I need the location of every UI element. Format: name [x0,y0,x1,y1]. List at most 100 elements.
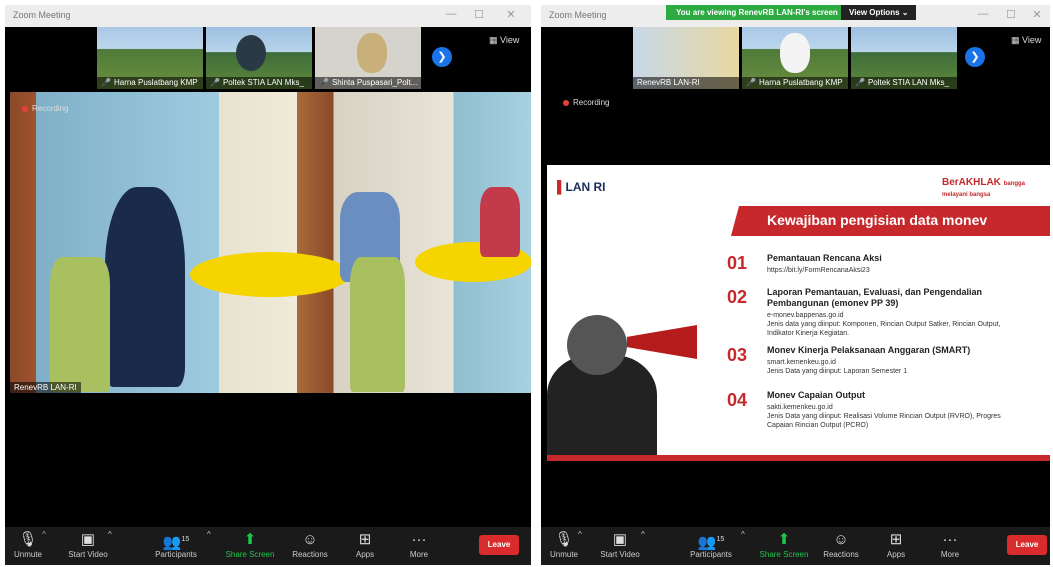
berakhlak-logo: BerAKHLAK bangga melayani bangsa [942,177,1026,198]
start-video-button[interactable]: ▣ Start Video [597,530,643,559]
chevron-up-icon[interactable]: ^ [42,530,46,539]
item-number: 03 [727,345,748,365]
view-button[interactable]: ▦ View [489,35,519,46]
share-screen-button[interactable]: ⬆ Share Screen [224,530,276,559]
minimize-button[interactable]: — [437,8,465,20]
video-off-icon: ▣ [612,531,628,548]
mic-muted-icon: 🎤 [746,78,756,87]
reactions-icon: ☺ [833,531,849,548]
item-link: e-monev.bappenas.go.id [767,312,844,319]
person [105,187,185,387]
meeting-toolbar: 🎙 Unmute ^ ▣ Start Video ^ 👥15 Participants… [5,527,531,565]
zoom-window-left: Zoom Meeting — ☐ ✕ 🎤 Harna Puslatbang KMP… [5,5,531,565]
chair [50,257,110,392]
next-page-icon[interactable]: ❯ [432,47,452,67]
main-video-name: RenevRB LAN-RI [10,382,81,393]
item-number: 01 [727,253,748,273]
megaphone-illustration [547,295,717,455]
mic-muted-icon: 🎤 [319,78,329,87]
participants-button[interactable]: 👥15 Participants [686,530,736,559]
apps-button[interactable]: ⊞ Apps [348,530,382,559]
avatar [357,33,387,73]
participant-name: 🎤 Poltek STIA LAN Mks_ [851,77,957,89]
apps-button[interactable]: ⊞ Apps [879,530,913,559]
chevron-up-icon[interactable]: ^ [207,530,211,539]
item-title: Monev Capaian Output [767,390,866,400]
participant-name: 🎤 Harna Puslatbang KMP [97,77,203,89]
window-title: Zoom Meeting [13,10,71,20]
avatar [236,35,266,71]
participant-tile[interactable]: 🎤 Poltek STIA LAN Mks_ [206,27,312,89]
more-button[interactable]: ··· More [402,530,436,559]
window-title: Zoom Meeting [549,10,607,20]
more-icon: ··· [411,531,427,548]
record-icon [22,105,28,112]
lan-ri-logo: ▌LAN RI [557,180,606,194]
participant-name: 🎤 Poltek STIA LAN Mks_ [206,77,312,89]
participant-tile[interactable]: 🎤 Shinta Puspasari_Polt... [315,27,421,89]
item-number: 04 [727,390,748,410]
chevron-up-icon[interactable]: ^ [108,530,112,539]
participant-tile[interactable]: RenevRB LAN-RI [633,27,739,89]
participants-icon: 👥15 [697,534,725,551]
view-options-button[interactable]: View Options ⌄ [841,5,917,20]
yellow-table [190,252,350,297]
chevron-up-icon[interactable]: ^ [578,530,582,539]
view-button[interactable]: ▦ View [1011,35,1041,46]
apps-icon: ⊞ [358,531,372,548]
zoom-window-right: Zoom Meeting — ☐ ✕ You are viewing Renev… [541,5,1050,565]
mic-muted-icon: 🎤 [855,78,865,87]
next-page-icon[interactable]: ❯ [965,47,985,67]
participant-name: RenevRB LAN-RI [633,77,739,89]
title-bar: Zoom Meeting — ☐ ✕ [5,5,531,27]
leave-button[interactable]: Leave [1007,535,1047,555]
shared-slide: ▌LAN RI BerAKHLAK bangga melayani bangsa… [547,165,1050,461]
chair [350,257,405,392]
maximize-button[interactable]: ☐ [465,8,493,21]
footer-bar [547,455,1050,461]
reactions-button[interactable]: ☺ Reactions [290,530,330,559]
more-button[interactable]: ··· More [933,530,967,559]
main-video: Recording RenevRB LAN-RI [10,92,531,393]
recording-indicator: Recording [563,98,609,107]
item-link: sakti.kemenkeu.go.id [767,404,833,411]
reactions-icon: ☺ [302,531,318,548]
participants-button[interactable]: 👥15 Participants [151,530,201,559]
item-number: 02 [727,287,748,307]
screen-share-banner: You are viewing RenevRB LAN-RI's screen [666,5,848,20]
slide-title: Kewajiban pengisian data monev [767,212,988,228]
minimize-button[interactable]: — [969,8,997,20]
leave-button[interactable]: Leave [479,535,519,555]
close-button[interactable]: ✕ [497,8,525,21]
start-video-button[interactable]: ▣ Start Video [65,530,111,559]
item-description: Jenis Data yang diinput: Realisasi Volum… [767,413,1001,429]
item-title: Monev Kinerja Pelaksanaan Anggaran (SMAR… [767,345,971,355]
participant-strip: 🎤 Harna Puslatbang KMP 🎤 Poltek STIA LAN M… [97,27,437,95]
participant-tile[interactable]: 🎤 Harna Puslatbang KMP [97,27,203,89]
more-icon: ··· [942,531,958,548]
apps-icon: ⊞ [889,531,903,548]
item-link: smart.kemenkeu.go.id [767,359,836,366]
mic-muted-icon: 🎤 [210,78,220,87]
participant-tile[interactable]: 🎤 Harna Puslatbang KMP [742,27,848,89]
share-screen-button[interactable]: ⬆ Share Screen [757,530,811,559]
chevron-up-icon[interactable]: ^ [741,530,745,539]
item-title: Laporan Pemantauan, Evaluasi, dan Pengen… [767,287,983,308]
chevron-up-icon[interactable]: ^ [641,530,645,539]
video-off-icon: ▣ [80,531,96,548]
maximize-button[interactable]: ☐ [997,8,1025,21]
close-button[interactable]: ✕ [1023,8,1050,21]
person [480,187,520,257]
participant-name: 🎤 Harna Puslatbang KMP [742,77,848,89]
share-screen-icon: ⬆ [777,531,791,548]
item-description: Jenis Data yang diinput: Laporan Semeste… [767,368,908,375]
meeting-toolbar: 🎙 Unmute ^ ▣ Start Video ^ 👥15 Participants… [541,527,1050,565]
record-icon [563,99,569,106]
participant-tile[interactable]: 🎤 Poltek STIA LAN Mks_ [851,27,957,89]
reactions-button[interactable]: ☺ Reactions [821,530,861,559]
participants-icon: 👥15 [162,534,190,551]
recording-indicator: Recording [22,104,68,113]
share-screen-icon: ⬆ [243,531,257,548]
item-title: Pemantauan Rencana Aksi [767,253,882,263]
item-description: Jenis data yang diinput: Komponen, Rinci… [767,321,1001,337]
